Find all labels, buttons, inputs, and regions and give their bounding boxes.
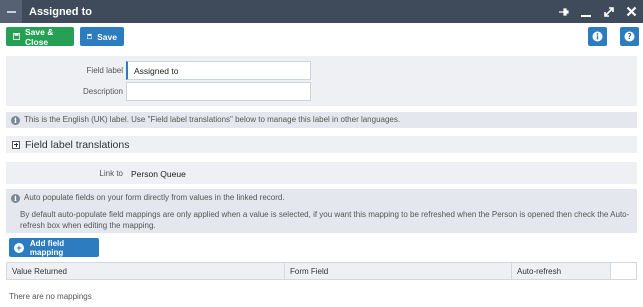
maximize-icon[interactable] — [603, 6, 615, 18]
close-icon[interactable] — [626, 6, 637, 17]
info-icon: i — [11, 194, 20, 203]
pin-icon[interactable] — [557, 6, 569, 18]
info-bar-autopopulate: i Auto populate fields on your form direc… — [6, 189, 637, 233]
save-button[interactable]: Save — [80, 27, 124, 46]
help-button[interactable]: ? — [620, 27, 639, 46]
mappings-table-header: Value Returned Form Field Auto-refresh — [6, 262, 637, 280]
translations-header-text: Field label translations — [25, 138, 130, 151]
field-panel — [6, 56, 637, 106]
svg-text:?: ? — [627, 32, 631, 41]
autopopulate-text: Auto populate fields on your form direct… — [24, 193, 285, 202]
link-caption: Link to — [99, 169, 123, 178]
plus-icon: + — [14, 242, 24, 253]
menu-icon[interactable] — [0, 0, 22, 23]
save-close-label: Save & Close — [25, 26, 54, 47]
column-form-field[interactable]: Form Field — [285, 263, 512, 279]
translations-section-header[interactable]: Field label translations — [6, 136, 637, 153]
save-label: Save — [97, 31, 117, 42]
field-label-input[interactable]: Assigned to — [126, 61, 311, 80]
save-close-button[interactable]: Save & Close — [6, 26, 74, 47]
help-icon: ? — [624, 31, 635, 42]
info-icon: i — [11, 116, 20, 125]
link-value: Person Queue — [131, 169, 186, 179]
window-title: Assigned to — [29, 5, 92, 18]
empty-table-message: There are no mappings — [9, 292, 92, 301]
column-value-returned[interactable]: Value Returned — [7, 263, 285, 279]
column-auto-refresh[interactable]: Auto-refresh — [512, 263, 611, 279]
info-bar-language: i This is the English (UK) label. Use "Fi… — [6, 112, 637, 128]
minimize-icon[interactable] — [580, 6, 592, 18]
description-input[interactable] — [126, 82, 311, 101]
field-label-caption: Field label — [86, 66, 123, 75]
title-bar: Assigned to — [0, 0, 643, 23]
column-actions — [611, 263, 636, 279]
window-controls — [557, 0, 637, 23]
info-language-text: This is the English (UK) label. Use "Fie… — [24, 115, 401, 124]
save-icon — [13, 32, 21, 41]
info-button[interactable] — [588, 27, 607, 46]
save-icon — [87, 33, 93, 40]
expand-icon[interactable] — [12, 140, 20, 149]
add-field-mapping-button[interactable]: + Add field mapping — [9, 238, 99, 257]
autopopulate-detail: By default auto-populate field mappings … — [20, 210, 630, 230]
add-field-mapping-label: Add field mapping — [29, 238, 65, 257]
description-caption: Description — [82, 87, 123, 96]
info-icon — [592, 31, 603, 42]
